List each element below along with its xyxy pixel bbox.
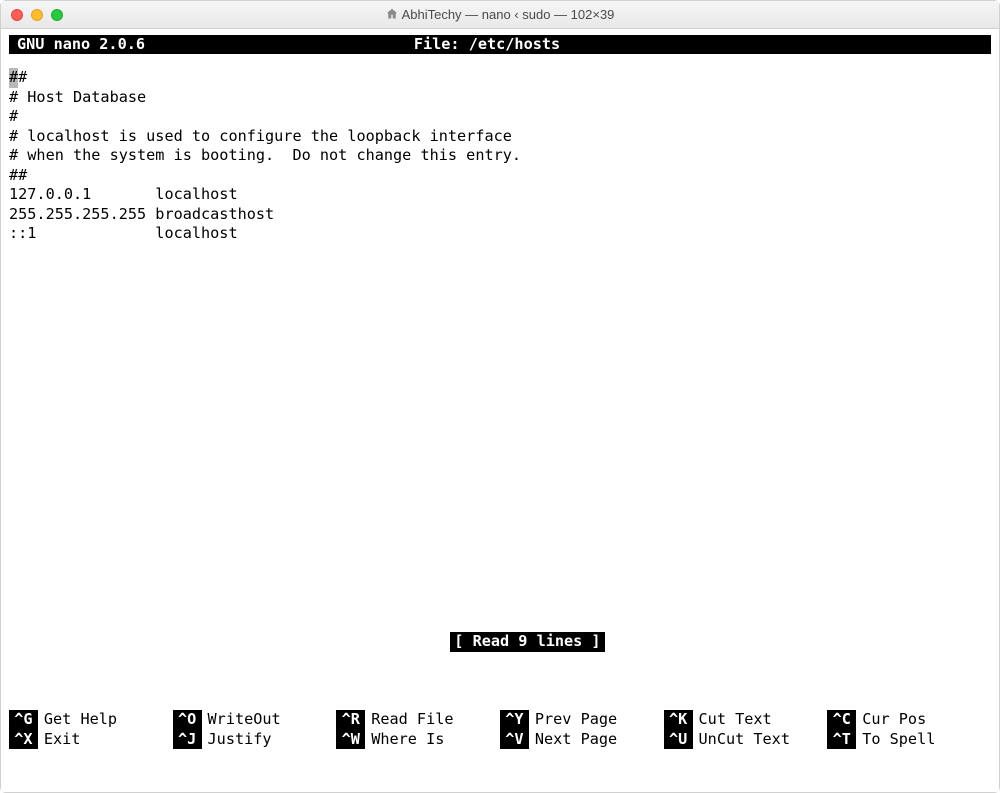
editor-line[interactable]: 127.0.0.1 localhost	[9, 185, 991, 204]
shortcut-key: ^Y	[500, 710, 529, 729]
shortcut-label: WriteOut	[208, 710, 281, 729]
nano-shortcuts: ^G Get Help ^O WriteOut ^R Read File ^Y Prev Pa…	[9, 710, 991, 749]
shortcut-to-spell: ^T To Spell	[827, 730, 991, 749]
shortcut-next-page: ^V Next Page	[500, 730, 664, 749]
shortcut-prev-page: ^Y Prev Page	[500, 710, 664, 729]
shortcut-label: Cur Pos	[862, 710, 926, 729]
shortcut-key: ^G	[9, 710, 38, 729]
shortcut-label: Cut Text	[699, 710, 772, 729]
minimize-window-button[interactable]	[31, 9, 43, 21]
nano-status-line: [ Read 9 lines ]	[9, 613, 991, 671]
shortcut-label: Get Help	[44, 710, 117, 729]
editor-cursor: #	[9, 68, 18, 87]
shortcut-cur-pos: ^C Cur Pos	[827, 710, 991, 729]
shortcut-key: ^O	[173, 710, 202, 729]
editor-line[interactable]: # when the system is booting. Do not cha…	[9, 146, 991, 165]
editor-line[interactable]: #	[9, 107, 991, 126]
shortcut-key: ^X	[9, 730, 38, 749]
shortcut-key: ^W	[336, 730, 365, 749]
shortcut-cut-text: ^K Cut Text	[664, 710, 828, 729]
nano-app-label: GNU nano 2.0.6	[11, 35, 145, 54]
shortcut-get-help: ^G Get Help	[9, 710, 173, 729]
zoom-window-button[interactable]	[51, 9, 63, 21]
shortcut-key: ^U	[664, 730, 693, 749]
shortcut-key: ^V	[500, 730, 529, 749]
shortcut-key: ^J	[173, 730, 202, 749]
shortcut-label: Prev Page	[535, 710, 617, 729]
editor-line[interactable]: ::1 localhost	[9, 224, 991, 243]
nano-footer: [ Read 9 lines ] ^G Get Help ^O WriteOut ^R R…	[9, 574, 991, 788]
window-title: AbhiTechy — nano ‹ sudo — 102×39	[1, 7, 999, 23]
shortcut-key: ^K	[664, 710, 693, 729]
shortcut-read-file: ^R Read File	[336, 710, 500, 729]
shortcut-label: Read File	[371, 710, 453, 729]
nano-header-bar: GNU nano 2.0.6 File: /etc/hosts	[9, 35, 991, 54]
shortcut-justify: ^J Justify	[173, 730, 337, 749]
editor-line[interactable]: ##	[9, 166, 991, 185]
traffic-lights	[1, 9, 63, 21]
shortcut-exit: ^X Exit	[9, 730, 173, 749]
shortcut-label: Exit	[44, 730, 81, 749]
nano-file-label: File: /etc/hosts	[145, 35, 829, 54]
shortcut-uncut-text: ^U UnCut Text	[664, 730, 828, 749]
window-titlebar: AbhiTechy — nano ‹ sudo — 102×39	[1, 1, 999, 29]
terminal[interactable]: GNU nano 2.0.6 File: /etc/hosts ### Host…	[1, 29, 999, 792]
shortcut-key: ^T	[827, 730, 856, 749]
close-window-button[interactable]	[11, 9, 23, 21]
editor-line[interactable]: # Host Database	[9, 88, 991, 107]
editor-line[interactable]: 255.255.255.255 broadcasthost	[9, 205, 991, 224]
window-title-text: AbhiTechy — nano ‹ sudo — 102×39	[402, 7, 615, 22]
nano-status-text: [ Read 9 lines ]	[450, 632, 604, 651]
shortcut-key: ^R	[336, 710, 365, 729]
shortcut-key: ^C	[827, 710, 856, 729]
shortcut-label: Justify	[208, 730, 272, 749]
shortcut-label: Where Is	[371, 730, 444, 749]
editor-content[interactable]: ### Host Database## localhost is used to…	[9, 54, 991, 574]
shortcut-where-is: ^W Where Is	[336, 730, 500, 749]
editor-line[interactable]: # localhost is used to configure the loo…	[9, 127, 991, 146]
shortcut-label: UnCut Text	[699, 730, 790, 749]
editor-line[interactable]: ##	[9, 68, 991, 87]
shortcut-label: Next Page	[535, 730, 617, 749]
home-icon	[386, 8, 398, 23]
shortcut-writeout: ^O WriteOut	[173, 710, 337, 729]
shortcut-label: To Spell	[862, 730, 935, 749]
